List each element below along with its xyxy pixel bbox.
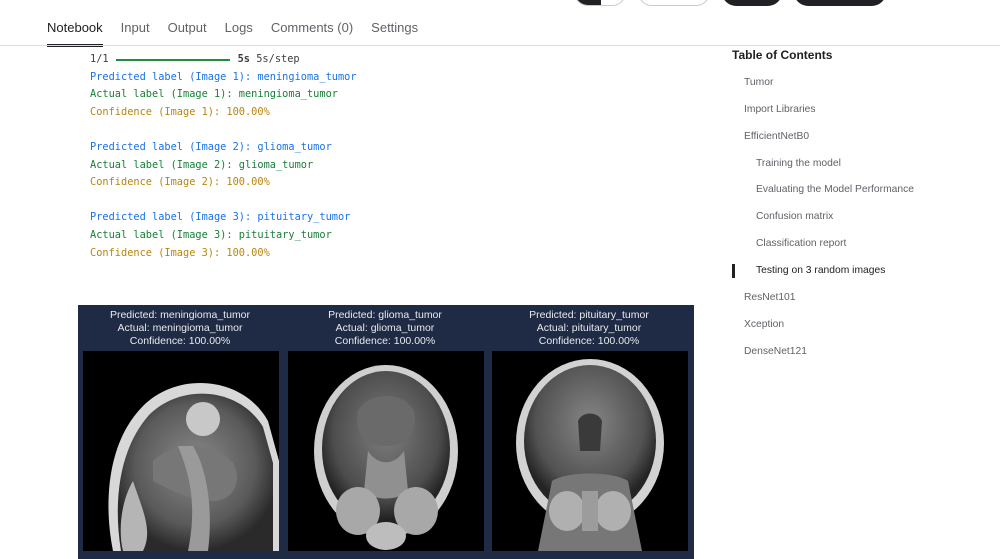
toc-item-densenet121[interactable]: DenseNet121: [744, 346, 807, 357]
caption-confidence-1: Confidence: 100.00%: [129, 335, 231, 347]
tab-logs[interactable]: Logs: [225, 0, 253, 46]
toc-title: Table of Contents: [732, 48, 833, 62]
actual-label-3: Actual label (Image 3): pituitary_tumor: [90, 228, 332, 241]
progress-time: 5s: [237, 53, 251, 65]
mri-results-figure: Predicted: meningioma_tumor Actual: meni…: [78, 305, 694, 559]
caption-confidence-3: Confidence: 100.00%: [538, 335, 640, 347]
notebook-tabs: Notebook Input Output Logs Comments (0) …: [47, 0, 418, 47]
caption-actual-3: Actual: pituitary_tumor: [536, 322, 642, 334]
header-button-4[interactable]: [794, 0, 886, 6]
toc-item-import-libraries[interactable]: Import Libraries: [744, 104, 816, 115]
view-toggle-button[interactable]: [574, 0, 626, 6]
predicted-label-3: Predicted label (Image 3): pituitary_tum…: [90, 211, 351, 224]
toc-item-training-the-model[interactable]: Training the model: [756, 158, 841, 169]
mri-scan-image-1: [83, 351, 279, 551]
progress-rate: 5s/step: [256, 53, 300, 65]
caption-predicted-2: Predicted: glioma_tumor: [328, 309, 442, 321]
figure-caption-3: Predicted: pituitary_tumor Actual: pitui…: [489, 309, 689, 348]
tab-notebook[interactable]: Notebook: [47, 0, 103, 47]
mri-scan-image-3: [492, 351, 688, 551]
tab-comments[interactable]: Comments (0): [271, 0, 353, 46]
caption-confidence-2: Confidence: 100.00%: [334, 335, 436, 347]
predicted-label-1: Predicted label (Image 1): meningioma_tu…: [90, 70, 357, 83]
toc-item-classification-report[interactable]: Classification report: [756, 238, 846, 249]
confidence-3: Confidence (Image 3): 100.00%: [90, 246, 270, 259]
progress-line: 1/1 5s 5s/step: [90, 51, 357, 69]
figure-caption-1: Predicted: meningioma_tumor Actual: meni…: [80, 309, 280, 348]
toc-item-confusion-matrix[interactable]: Confusion matrix: [756, 211, 833, 222]
mri-scan-image-2: [288, 351, 484, 551]
progress-bar: [115, 58, 230, 61]
toc-item-efficientnetb0[interactable]: EfficientNetB0: [744, 131, 809, 142]
toc-item-tumor[interactable]: Tumor: [744, 77, 773, 88]
actual-label-2: Actual label (Image 2): glioma_tumor: [90, 158, 314, 171]
tab-settings[interactable]: Settings: [371, 0, 418, 46]
tab-output[interactable]: Output: [168, 0, 207, 46]
toc-item-evaluating-performance[interactable]: Evaluating the Model Performance: [756, 184, 914, 195]
tab-input[interactable]: Input: [121, 0, 150, 46]
figure-caption-2: Predicted: glioma_tumor Actual: glioma_t…: [285, 309, 485, 348]
confidence-2: Confidence (Image 2): 100.00%: [90, 176, 270, 189]
header-button-3[interactable]: [722, 0, 782, 6]
toc-active-marker: [732, 264, 735, 278]
actual-label-1: Actual label (Image 1): meningioma_tumor: [90, 88, 338, 101]
caption-actual-2: Actual: glioma_tumor: [335, 322, 435, 334]
predicted-label-2: Predicted label (Image 2): glioma_tumor: [90, 140, 332, 153]
header-button-2[interactable]: [638, 0, 710, 6]
toc-item-resnet101[interactable]: ResNet101: [744, 292, 796, 303]
caption-actual-1: Actual: meningioma_tumor: [117, 322, 243, 334]
table-of-contents: Table of Contents: [732, 48, 992, 62]
progress-step: 1/1: [90, 53, 109, 65]
toc-item-xception[interactable]: Xception: [744, 319, 784, 330]
toc-item-testing-random-images[interactable]: Testing on 3 random images: [756, 265, 885, 276]
cell-output: 1/1 5s 5s/step Predicted label (Image 1)…: [90, 51, 357, 262]
tabs-divider: [0, 45, 1000, 46]
caption-predicted-3: Predicted: pituitary_tumor: [529, 309, 649, 321]
caption-predicted-1: Predicted: meningioma_tumor: [109, 309, 251, 321]
confidence-1: Confidence (Image 1): 100.00%: [90, 105, 270, 118]
